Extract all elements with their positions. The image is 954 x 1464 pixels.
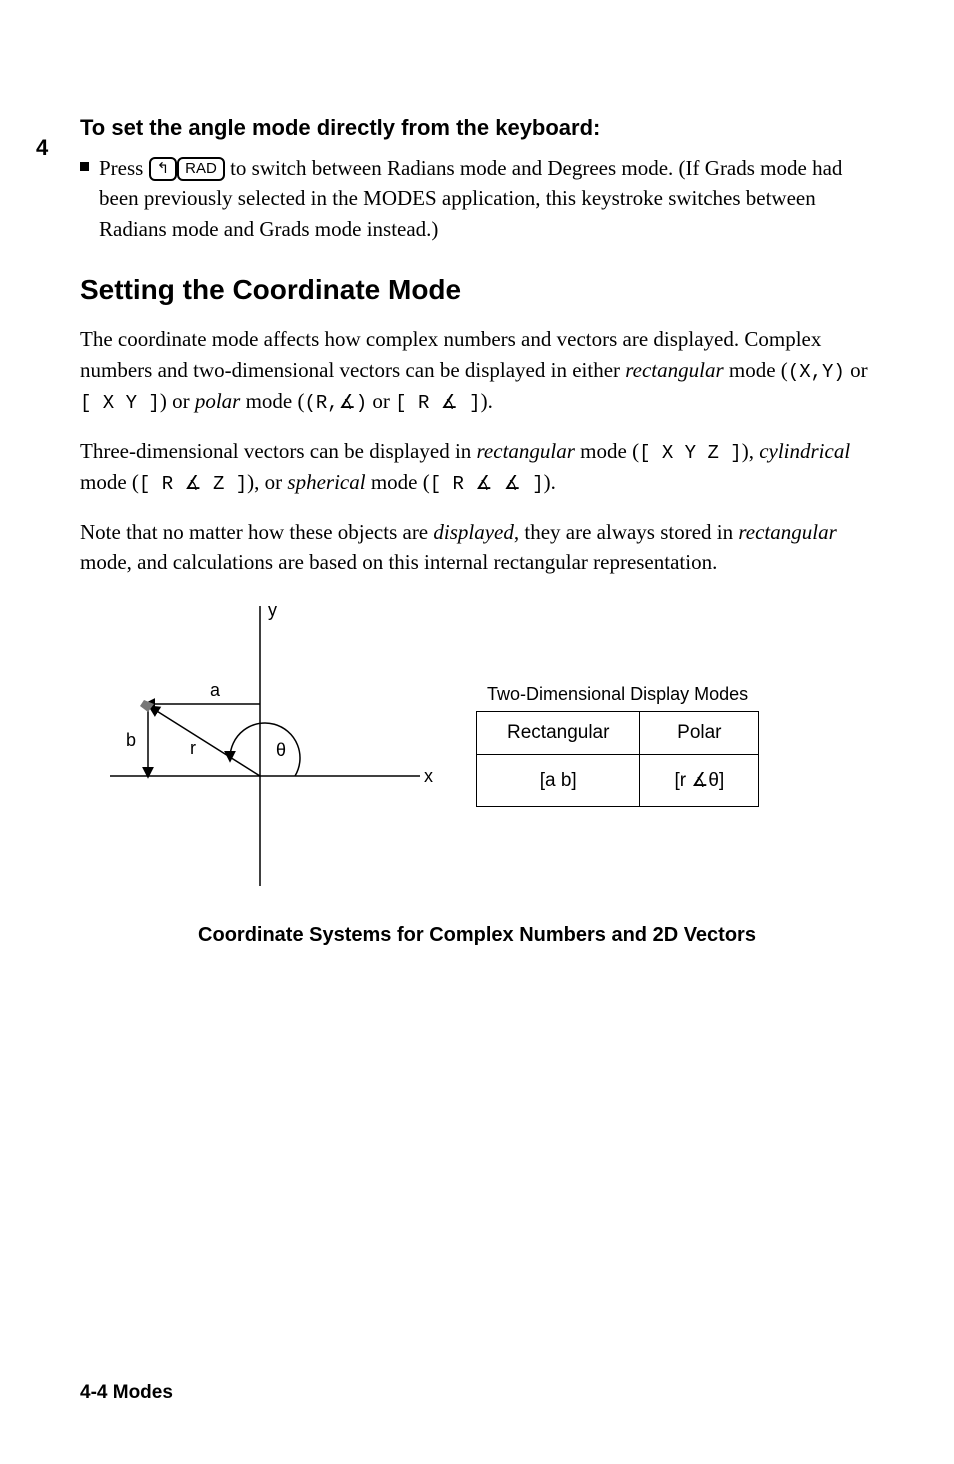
notation-rangle-paren: (R,∡)	[305, 392, 368, 414]
text: ).	[481, 389, 493, 413]
notation-xy-bracket: [ X Y ]	[80, 392, 160, 414]
table-cell-polar: [r ∡θ]	[640, 755, 759, 807]
label-theta: θ	[276, 740, 286, 760]
section-number: 4	[36, 135, 48, 161]
bullet-marker	[80, 162, 89, 171]
table-header-polar: Polar	[640, 712, 759, 755]
rad-key: RAD	[177, 157, 225, 181]
notation-xy-paren: (X,Y)	[788, 361, 845, 383]
axis-x-label: x	[424, 766, 433, 786]
table-caption: Two-Dimensional Display Modes	[476, 684, 759, 705]
em-cylindrical: cylindrical	[759, 439, 850, 463]
text: Press	[99, 156, 143, 180]
display-modes-table: Rectangular Polar [a b] [r ∡θ]	[476, 711, 759, 807]
bullet-text: Press ↰RAD to switch between Radians mod…	[99, 153, 874, 244]
em-displayed: displayed	[433, 520, 513, 544]
text: Note that no matter how these objects ar…	[80, 520, 433, 544]
heading-coordinate-mode: Setting the Coordinate Mode	[80, 274, 874, 306]
notation-raa: [ R ∡ ∡ ]	[430, 473, 544, 495]
text: mode (	[724, 358, 788, 382]
em-rectangular: rectangular	[738, 520, 836, 544]
text: mode (	[575, 439, 639, 463]
text: , they are always stored in	[514, 520, 739, 544]
text: mode (	[240, 389, 304, 413]
text: or	[845, 358, 868, 382]
paragraph-3: Note that no matter how these objects ar…	[80, 517, 874, 578]
em-spherical: spherical	[287, 470, 365, 494]
bullet-item: Press ↰RAD to switch between Radians mod…	[80, 153, 874, 244]
text: ) or	[160, 389, 195, 413]
em-rectangular: rectangular	[477, 439, 575, 463]
text: mode (	[366, 470, 430, 494]
figure-row: y x a b r θ Two-Dimensional Display Mode…	[80, 596, 874, 896]
em-rectangular: rectangular	[625, 358, 723, 382]
paragraph-1: The coordinate mode affects how complex …	[80, 324, 874, 418]
paragraph-2: Three-dimensional vectors can be display…	[80, 436, 874, 499]
notation-raz: [ R ∡ Z ]	[139, 473, 247, 495]
page-footer: 4-4 Modes	[80, 1382, 173, 1404]
figure-block: y x a b r θ Two-Dimensional Display Mode…	[80, 596, 874, 947]
text: ),	[742, 439, 760, 463]
shift-key-icon: ↰	[149, 157, 178, 181]
axis-y-label: y	[268, 600, 277, 620]
label-a: a	[210, 680, 221, 700]
figure-caption: Coordinate Systems for Complex Numbers a…	[80, 924, 874, 947]
table-header-rectangular: Rectangular	[477, 712, 640, 755]
notation-xyz: [ X Y Z ]	[639, 442, 742, 464]
text: mode (	[80, 470, 139, 494]
text: mode, and calculations are based on this…	[80, 550, 717, 574]
label-b: b	[126, 730, 136, 750]
label-r: r	[190, 738, 196, 758]
text: Three-dimensional vectors can be display…	[80, 439, 477, 463]
subheading-angle-mode: To set the angle mode directly from the …	[80, 115, 874, 141]
em-polar: polar	[195, 389, 241, 413]
notation-rangle-bracket: [ R ∡ ]	[395, 392, 480, 414]
text: ).	[544, 470, 556, 494]
display-modes-table-wrapper: Two-Dimensional Display Modes Rectangula…	[476, 684, 759, 807]
page: 4 To set the angle mode directly from th…	[0, 0, 954, 1464]
text: or	[367, 389, 395, 413]
text: ), or	[247, 470, 287, 494]
coordinate-diagram: y x a b r θ	[80, 596, 440, 896]
table-cell-rectangular: [a b]	[477, 755, 640, 807]
